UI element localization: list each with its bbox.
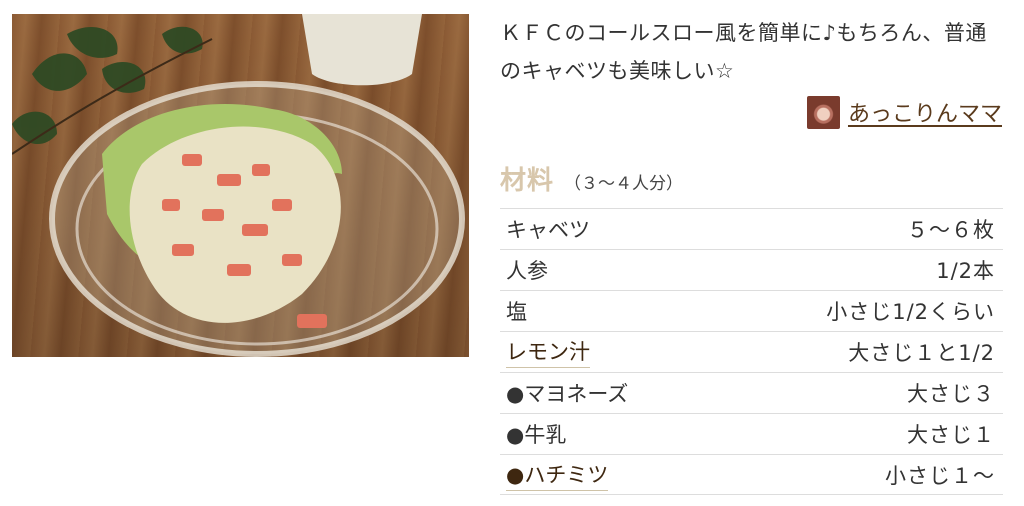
ingredients-heading: 材料 （３～４人分） [500, 160, 683, 197]
coleslaw-bowl-image [12, 14, 465, 357]
ingredient-quantity: 小さじ1/2くらい [826, 300, 995, 324]
ingredients-serving: （３～４人分） [564, 174, 684, 194]
ingredient-name: 塩 [506, 300, 527, 324]
ingredient-name: 人参 [506, 259, 548, 283]
author-name-link[interactable]: あっこりんママ [848, 96, 1002, 128]
ingredient-row: ●牛乳 大さじ１ [500, 413, 1003, 454]
ingredient-quantity: 1/2本 [936, 259, 995, 283]
ingredient-name-link[interactable]: レモン汁 [506, 336, 590, 368]
ingredients-list: キャベツ ５～６枚 人参 1/2本 塩 小さじ1/2くらい レモン汁 大さじ１と… [500, 208, 1003, 495]
ingredient-row: レモン汁 大さじ１と1/2 [500, 331, 1003, 372]
ingredient-row: 人参 1/2本 [500, 249, 1003, 290]
ingredient-name: ●牛乳 [506, 423, 567, 447]
ingredient-row: ●マヨネーズ 大さじ３ [500, 372, 1003, 413]
ingredient-quantity: ５～６枚 [907, 218, 995, 242]
ingredient-row: ●ハチミツ 小さじ１～ [500, 454, 1003, 495]
ingredient-row: 塩 小さじ1/2くらい [500, 290, 1003, 331]
ingredient-quantity: 大さじ１ [907, 423, 995, 447]
ingredient-name: ●マヨネーズ [506, 382, 629, 406]
ingredient-name-link[interactable]: ●ハチミツ [506, 459, 609, 491]
recipe-description: ＫＦＣのコールスロー風を簡単に♪もちろん、普通のキャベツも美味しい☆ [500, 21, 987, 83]
ingredients-title: 材料 [500, 166, 555, 196]
ingredient-name: キャベツ [506, 218, 590, 242]
ingredient-quantity: 小さじ１～ [885, 463, 995, 488]
ingredient-quantity: 大さじ３ [907, 382, 995, 406]
recipe-author[interactable]: あっこりんママ [806, 94, 1002, 130]
recipe-photo [12, 14, 469, 357]
author-avatar-icon[interactable] [806, 95, 840, 129]
ingredient-quantity: 大さじ１と1/2 [848, 341, 995, 365]
ingredient-row: キャベツ ５～６枚 [500, 208, 1003, 249]
